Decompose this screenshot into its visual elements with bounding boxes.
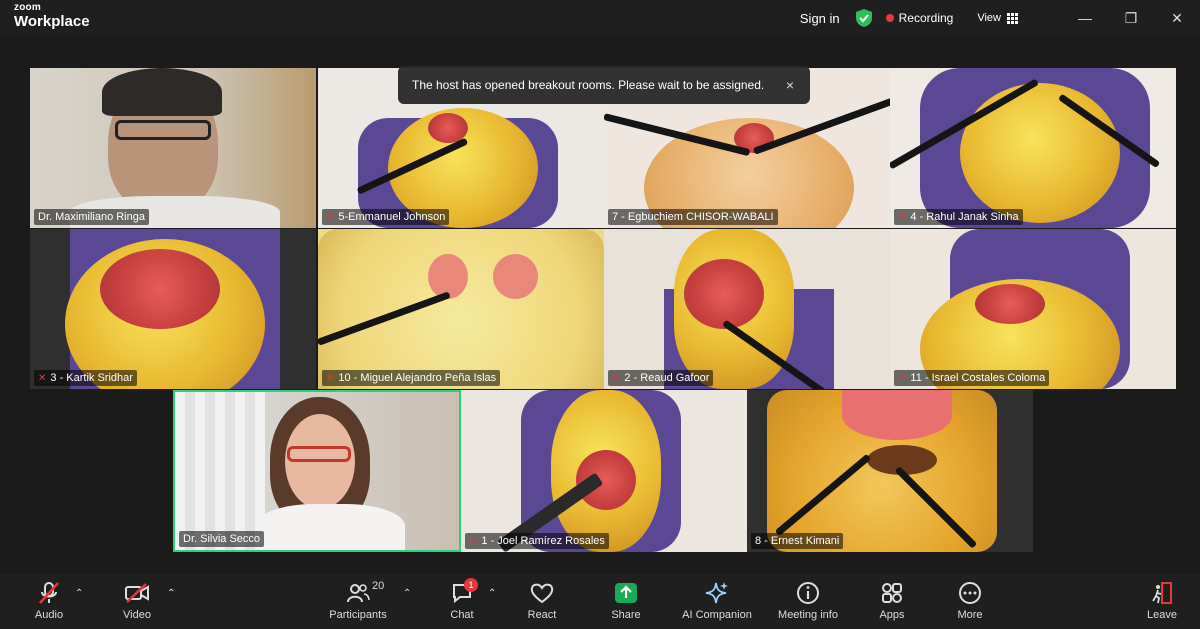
view-label: View [977, 12, 1001, 24]
grid-icon [1007, 12, 1018, 24]
video-tile[interactable]: ✕ 10 - Miguel Alejandro Peña Islas [318, 229, 604, 389]
curtain [175, 392, 265, 550]
muted-mic-icon: ✕ [469, 535, 478, 547]
participant-name-tag: Dr. Maximiliano Ringa [34, 209, 149, 225]
muted-mic-icon: ✕ [612, 372, 621, 384]
apps-icon [882, 583, 902, 603]
sparkle-icon [705, 582, 728, 604]
glasses-icon [287, 446, 351, 462]
restore-icon[interactable]: ❐ [1108, 10, 1154, 27]
sign-in-link[interactable]: Sign in [800, 11, 840, 26]
participant-hair [102, 68, 222, 116]
microphone-muted-icon [39, 582, 59, 604]
title-bar: zoom Workplace Sign in Recording View — … [0, 0, 1200, 36]
participant-name-tag: ✕ 1 - Joel Ramírez Rosales [465, 533, 609, 549]
participants-options-chevron-icon[interactable]: ⌃ [403, 588, 411, 599]
video-tile[interactable]: ✕ 4 - Rahul Janak Sinha [890, 68, 1176, 228]
apps-button[interactable]: Apps [872, 580, 912, 621]
participants-label: Participants [329, 609, 387, 621]
participant-name-tag: ✕ 5-Emmanuel Johnson [322, 209, 450, 225]
muted-mic-icon: ✕ [898, 211, 907, 223]
meeting-toolbar: Audio ⌃ Video ⌃ Participants 20 ⌃ 1 Chat… [0, 574, 1200, 629]
breakout-notice: The host has opened breakout rooms. Plea… [398, 66, 810, 104]
recording-dot-icon [885, 14, 894, 22]
react-label: React [527, 609, 557, 621]
close-window-icon[interactable]: ✕ [1154, 10, 1200, 27]
participant-name-tag: ✕ 3 - Kartik Sridhar [34, 370, 137, 386]
participant-name-tag: ✕ 11 - Israel Costales Coloma [894, 370, 1050, 386]
meeting-info-button[interactable]: Meeting info [770, 580, 846, 621]
view-button[interactable]: View [977, 12, 1018, 24]
video-options-chevron-icon[interactable]: ⌃ [167, 588, 175, 599]
video-gallery: Dr. Maximiliano Ringa ✕ 5-Emmanuel Johnso… [0, 36, 1200, 574]
recording-indicator[interactable]: Recording [885, 11, 954, 25]
video-camera-off-icon [125, 583, 149, 603]
brand-bottom: Workplace [14, 13, 90, 30]
more-button[interactable]: More [950, 580, 990, 621]
chat-options-chevron-icon[interactable]: ⌃ [488, 588, 496, 599]
security-shield-icon[interactable] [855, 9, 872, 27]
share-label: Share [611, 609, 641, 621]
glasses-icon [115, 120, 211, 140]
video-tile[interactable]: ✕ 1 - Joel Ramírez Rosales [461, 390, 747, 552]
audio-options-chevron-icon[interactable]: ⌃ [75, 588, 83, 599]
more-icon [959, 582, 981, 604]
share-screen-icon [615, 583, 637, 603]
apps-label: Apps [879, 609, 905, 621]
participant-name-tag: ✕ 4 - Rahul Janak Sinha [894, 209, 1023, 225]
react-button[interactable]: React [521, 580, 563, 621]
minimize-icon[interactable]: — [1062, 10, 1108, 26]
participants-count: 20 [372, 580, 385, 592]
audio-label: Audio [34, 609, 64, 621]
video-tile[interactable]: Dr. Maximiliano Ringa [30, 68, 316, 228]
leave-button[interactable]: Leave [1140, 580, 1184, 621]
brand-top: zoom [14, 2, 41, 13]
share-button[interactable]: Share [606, 580, 646, 621]
audio-button[interactable]: Audio [28, 580, 70, 621]
leave-door-icon [1152, 582, 1172, 604]
recording-label: Recording [898, 11, 954, 25]
video-label: Video [123, 609, 151, 621]
participant-name-tag: ✕ 10 - Miguel Alejandro Peña Islas [322, 370, 501, 386]
participant-name-tag: ✕ 2 - Reaud Gafoor [608, 370, 714, 386]
meeting-info-label: Meeting info [778, 609, 838, 621]
leave-label: Leave [1147, 609, 1177, 621]
ai-companion-button[interactable]: AI Companion [676, 580, 758, 621]
video-tile[interactable]: 8 - Ernest Kimani [747, 390, 1033, 552]
video-tile-active-speaker[interactable]: Dr. Silvia Secco [173, 390, 461, 552]
participant-name-tag: 8 - Ernest Kimani [751, 533, 844, 549]
info-icon [797, 582, 819, 604]
muted-mic-icon: ✕ [898, 372, 907, 384]
video-tile[interactable]: ✕ 11 - Israel Costales Coloma [890, 229, 1176, 389]
muted-mic-icon: ✕ [326, 211, 335, 223]
video-tile[interactable]: ✕ 3 - Kartik Sridhar [30, 229, 316, 389]
close-notice-icon[interactable]: × [786, 77, 794, 93]
muted-mic-icon: ✕ [326, 372, 335, 384]
chat-unread-badge: 1 [464, 578, 478, 592]
more-label: More [957, 609, 983, 621]
heart-icon [530, 583, 554, 604]
participants-icon [347, 584, 370, 603]
zoom-logo: zoom Workplace [14, 2, 90, 30]
chat-button[interactable]: 1 Chat [442, 578, 482, 621]
participant-name-tag: 7 - Egbuchiem CHISOR-WABALI [608, 209, 778, 225]
participant-name-tag: Dr. Silvia Secco [179, 531, 265, 547]
shirt [255, 504, 405, 550]
breakout-notice-text: The host has opened breakout rooms. Plea… [412, 78, 765, 92]
muted-mic-icon: ✕ [38, 372, 47, 384]
ai-companion-label: AI Companion [682, 609, 752, 621]
video-button[interactable]: Video [116, 580, 158, 621]
chat-label: Chat [450, 609, 474, 621]
video-tile[interactable]: ✕ 2 - Reaud Gafoor [604, 229, 890, 389]
